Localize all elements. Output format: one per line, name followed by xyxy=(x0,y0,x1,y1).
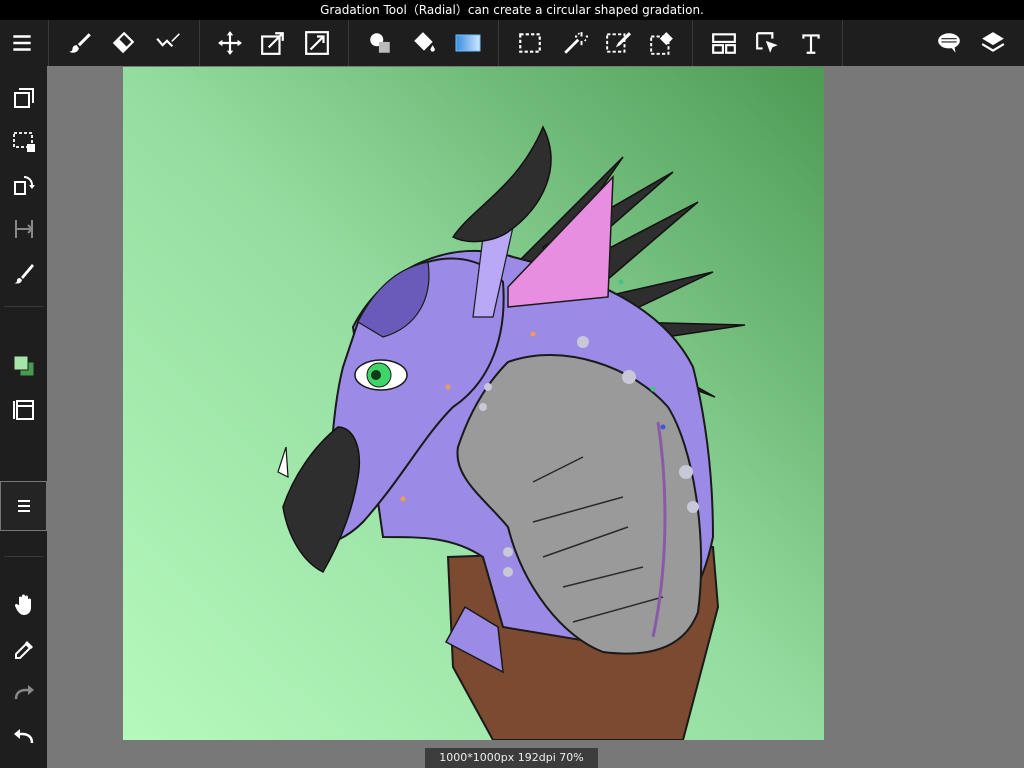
text-icon[interactable] xyxy=(792,24,830,62)
transform-icon[interactable] xyxy=(254,24,292,62)
stroke-correction-icon[interactable] xyxy=(149,24,187,62)
layer-menu-icon[interactable] xyxy=(0,481,47,531)
canvas-info: 1000*1000px 192dpi 70% xyxy=(425,748,598,768)
magic-wand-icon[interactable] xyxy=(556,24,594,62)
snap-icon[interactable] xyxy=(705,24,743,62)
select-rect-icon[interactable] xyxy=(511,24,549,62)
move-icon[interactable] xyxy=(211,24,249,62)
eyedropper-icon[interactable] xyxy=(4,631,44,669)
select-eraser-icon[interactable] xyxy=(643,24,681,62)
brush-icon[interactable] xyxy=(61,24,99,62)
gradient-icon[interactable] xyxy=(449,24,487,62)
deselect-icon[interactable] xyxy=(4,123,44,161)
menu-icon[interactable] xyxy=(3,24,41,62)
copy-layer-icon[interactable] xyxy=(4,79,44,117)
dragon-illustration xyxy=(123,67,824,740)
eraser-icon[interactable] xyxy=(104,24,142,62)
select-pen-icon[interactable] xyxy=(599,24,637,62)
fill-shape-icon[interactable] xyxy=(361,24,399,62)
drawing-canvas[interactable] xyxy=(123,67,824,740)
select-object-icon[interactable] xyxy=(749,24,787,62)
speech-bubble-icon[interactable] xyxy=(930,24,968,62)
undo-icon[interactable] xyxy=(4,718,44,756)
layer-settings-icon[interactable] xyxy=(4,391,44,429)
bucket-icon[interactable] xyxy=(405,24,443,62)
status-message: Gradation Tool（Radial）can create a circu… xyxy=(320,3,704,17)
status-bar: Gradation Tool（Radial）can create a circu… xyxy=(0,0,1024,20)
left-sidebar xyxy=(0,66,47,768)
canvas-info-text: 1000*1000px 192dpi 70% xyxy=(439,751,584,764)
hand-icon[interactable] xyxy=(4,586,44,624)
top-toolbar xyxy=(0,20,1024,66)
flip-icon[interactable] xyxy=(4,166,44,204)
ruler-icon[interactable] xyxy=(4,210,44,248)
scale-icon[interactable] xyxy=(298,24,336,62)
color-icon[interactable] xyxy=(4,347,44,385)
redo-icon[interactable] xyxy=(4,674,44,712)
layers-icon[interactable] xyxy=(974,24,1012,62)
brush-settings-icon[interactable] xyxy=(4,255,44,293)
